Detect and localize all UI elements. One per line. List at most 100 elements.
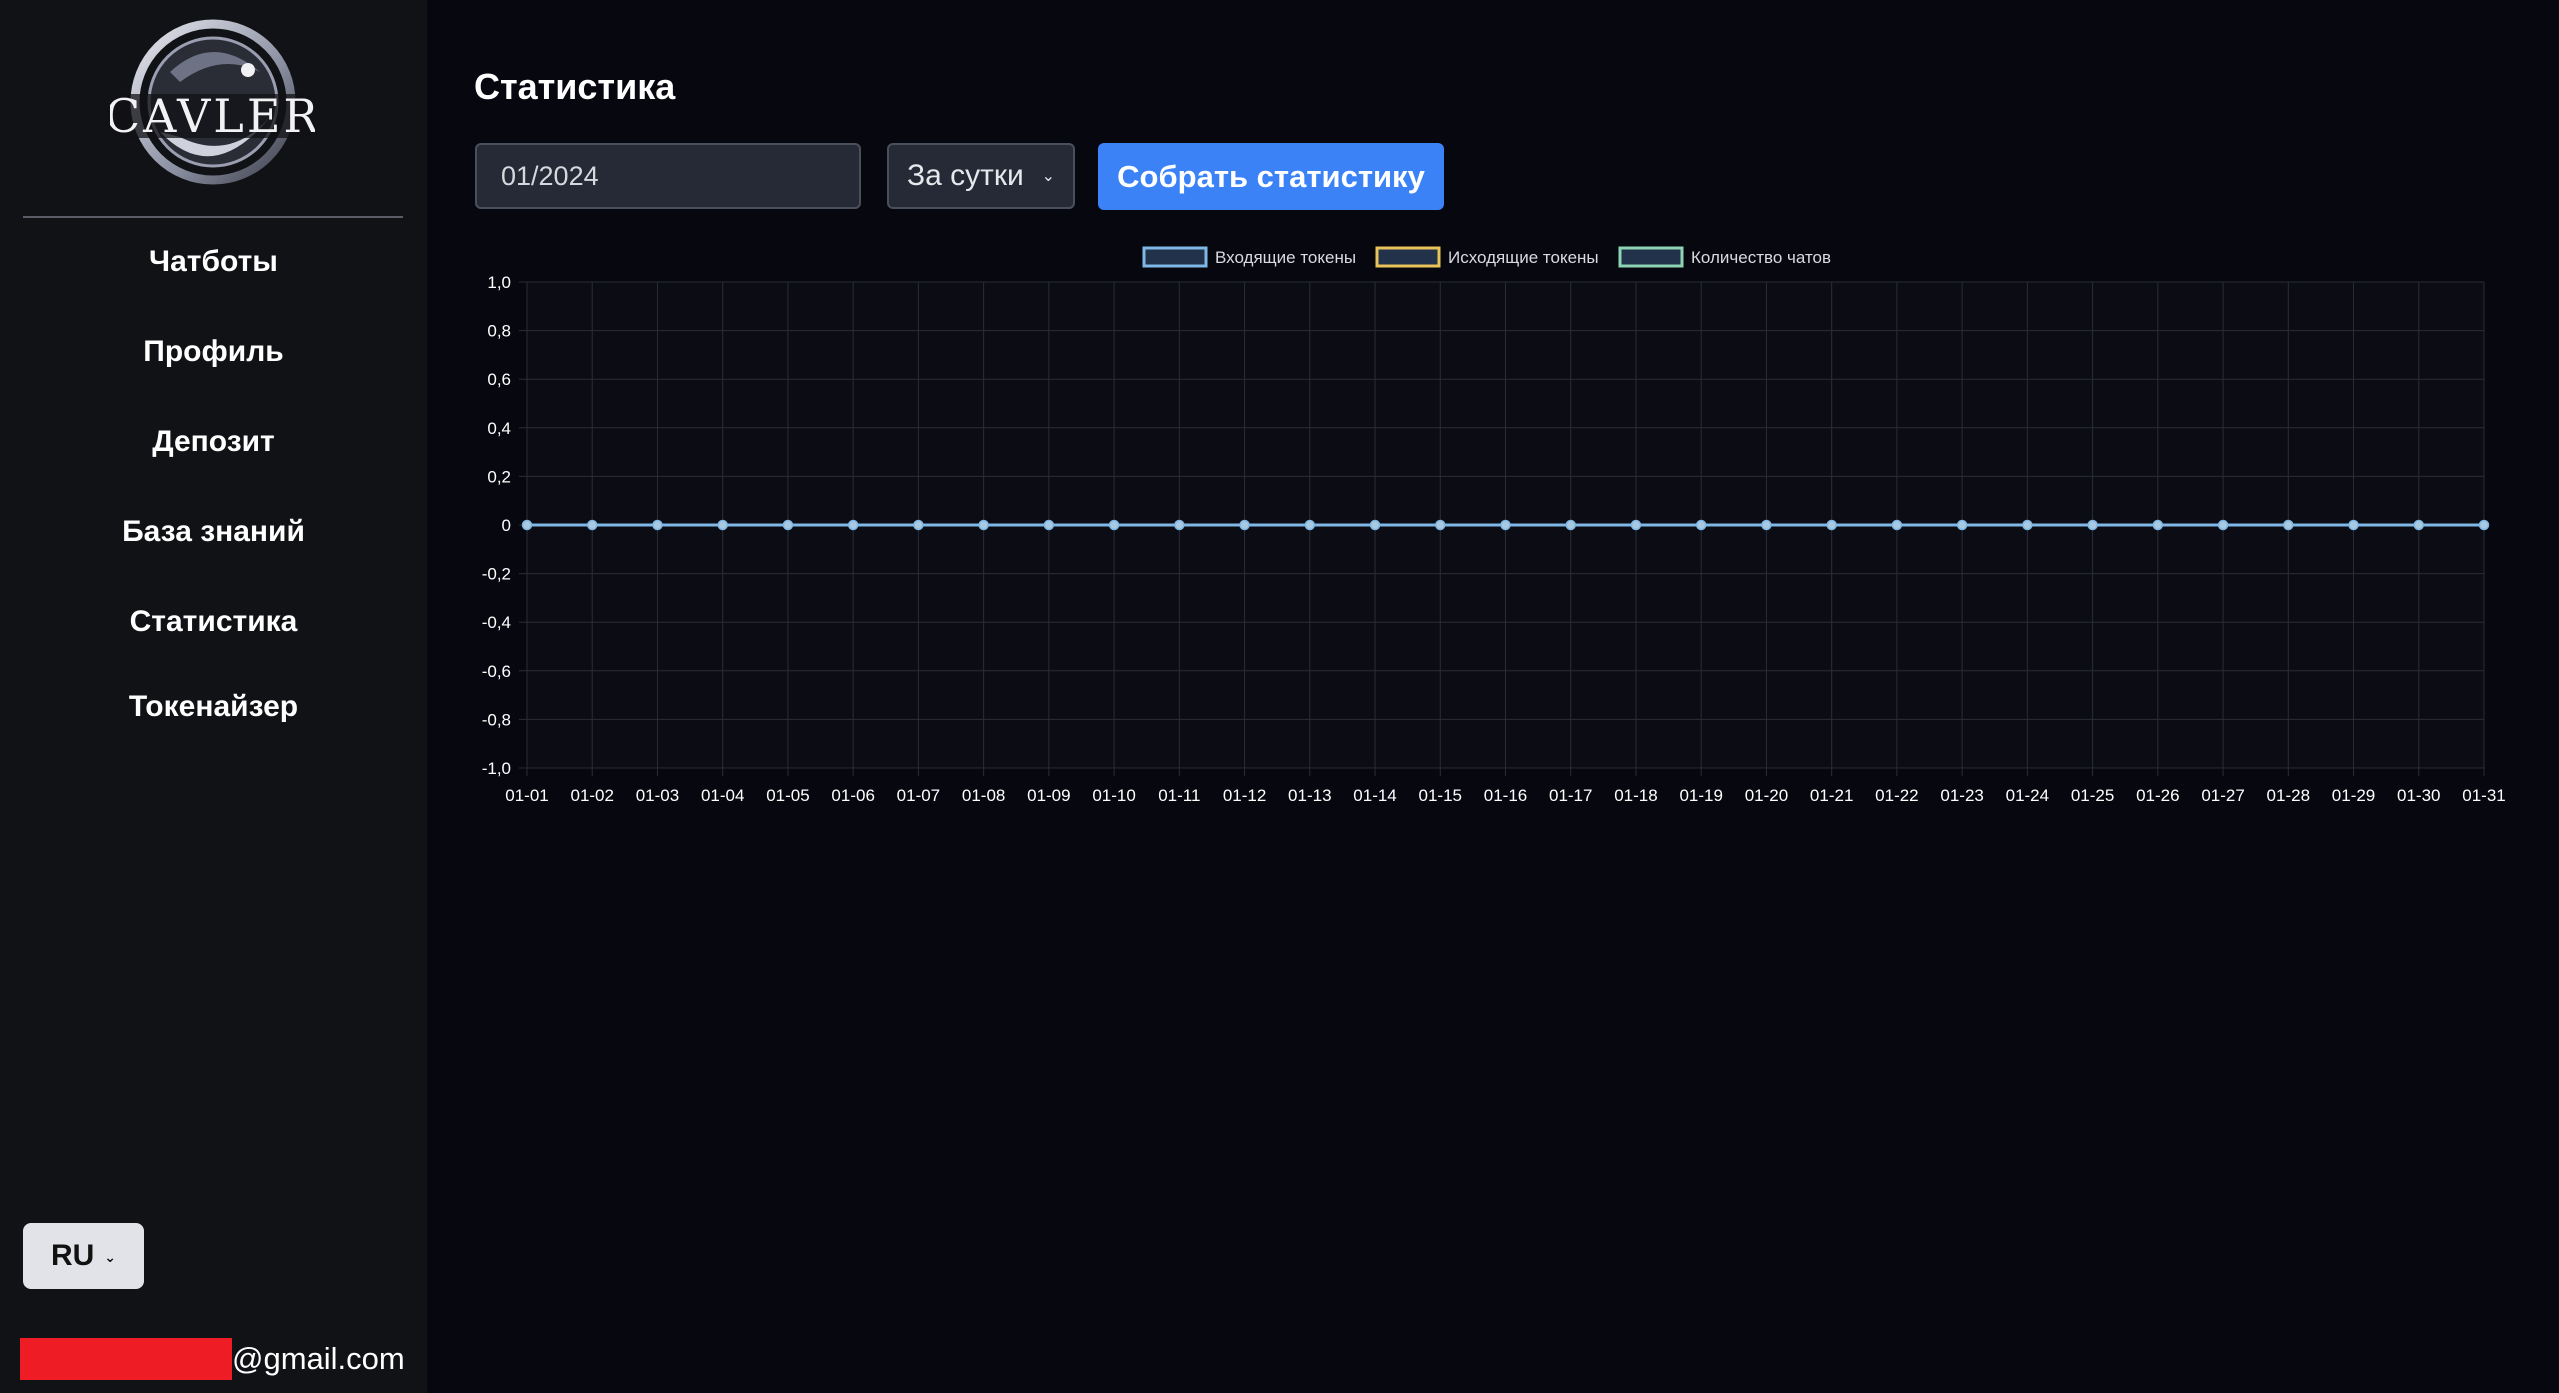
svg-text:CAVLER: CAVLER [110, 89, 315, 143]
y-tick-label: -0,2 [482, 565, 511, 584]
sidebar-item-deposit[interactable]: Депозит [0, 425, 427, 459]
data-point [1369, 519, 1381, 531]
data-point [1956, 519, 1968, 531]
x-tick-label: 01-13 [1288, 786, 1331, 805]
y-tick-label: 0,8 [487, 322, 511, 341]
data-point [1435, 519, 1446, 531]
data-point [1043, 519, 1055, 531]
legend-item[interactable]: Входящие токены [1142, 246, 1356, 268]
y-tick-label: -0,8 [482, 710, 511, 729]
user-email-domain: @gmail.com [232, 1341, 405, 1376]
data-point [1826, 519, 1837, 531]
data-point [913, 519, 924, 531]
data-point [1630, 519, 1642, 531]
x-tick-label: 01-22 [1875, 786, 1918, 805]
x-tick-label: 01-15 [1419, 786, 1462, 805]
month-input-value: 01/2024 [501, 160, 599, 191]
sidebar-item-knowledge-base[interactable]: База знаний [0, 515, 427, 549]
legend-label: Входящие токены [1215, 248, 1356, 267]
sidebar-item-chatbots[interactable]: Чатботы [0, 245, 427, 279]
legend-swatch [1618, 246, 1684, 268]
plot-area [527, 282, 2484, 768]
x-tick-label: 01-05 [766, 786, 809, 805]
x-tick-label: 01-23 [1940, 786, 1983, 805]
data-point [521, 519, 533, 531]
legend-item[interactable]: Количество чатов [1618, 246, 1831, 268]
legend-item[interactable]: Исходящие токены [1375, 246, 1599, 268]
data-point [1695, 519, 1707, 531]
y-tick-label: 1,0 [487, 273, 511, 292]
x-tick-label: 01-12 [1223, 786, 1266, 805]
legend-swatch [1375, 246, 1441, 268]
x-tick-label: 01-11 [1158, 786, 1200, 805]
x-tick-label: 01-03 [636, 786, 679, 805]
data-point [847, 519, 859, 531]
data-point [2348, 519, 2359, 531]
app-root: CAVLER Чатботы Профиль Депозит База знан… [0, 0, 2559, 1393]
x-tick-label: 01-16 [1484, 786, 1527, 805]
x-tick-label: 01-27 [2201, 786, 2244, 805]
x-tick-label: 01-31 [2462, 786, 2505, 805]
data-point [1239, 519, 1250, 531]
data-point [2152, 519, 2164, 531]
x-tick-label: 01-30 [2397, 786, 2440, 805]
data-point [1108, 519, 1120, 531]
y-tick-label: -0,6 [482, 662, 511, 681]
sidebar: CAVLER Чатботы Профиль Депозит База знан… [0, 0, 427, 1393]
collect-statistics-button[interactable]: Собрать статистику [1098, 143, 1444, 210]
x-tick-label: 01-18 [1614, 786, 1657, 805]
cavler-logo[interactable]: CAVLER [110, 12, 315, 187]
data-point [782, 519, 794, 531]
x-tick-label: 01-21 [1810, 786, 1853, 805]
x-tick-label: 01-19 [1679, 786, 1722, 805]
x-tick-label: 01-07 [897, 786, 940, 805]
data-point [1891, 519, 1903, 531]
period-select[interactable]: За сутки ⌄ [887, 143, 1075, 209]
data-point [586, 519, 598, 531]
period-select-value: За сутки [907, 159, 1024, 192]
data-point [2478, 519, 2490, 531]
x-tick-label: 01-10 [1092, 786, 1135, 805]
x-tick-label: 01-14 [1353, 786, 1396, 805]
data-point [1565, 519, 1576, 531]
x-tick-label: 01-04 [701, 786, 744, 805]
x-tick-label: 01-29 [2332, 786, 2375, 805]
x-tick-label: 01-28 [2267, 786, 2310, 805]
sidebar-item-statistics[interactable]: Статистика [0, 605, 427, 639]
x-tick-label: 01-17 [1549, 786, 1592, 805]
y-tick-label: -1,0 [482, 759, 511, 778]
x-tick-label: 01-25 [2071, 786, 2114, 805]
x-tick-label: 01-24 [2006, 786, 2049, 805]
data-point [2022, 519, 2033, 531]
x-tick-label: 01-09 [1027, 786, 1070, 805]
chevron-down-icon: ⌄ [104, 1248, 117, 1265]
x-tick-label: 01-02 [570, 786, 613, 805]
month-input[interactable]: 01/2024 [475, 143, 861, 209]
y-tick-label: 0 [502, 516, 511, 535]
redacted-username [20, 1338, 232, 1380]
data-point [978, 519, 989, 531]
x-tick-label: 01-01 [505, 786, 548, 805]
data-point [1500, 519, 1511, 531]
data-point [652, 519, 663, 531]
data-point [1761, 519, 1772, 531]
y-tick-label: 0,6 [487, 370, 511, 389]
legend-swatch [1142, 246, 1208, 268]
language-label: RU [50, 1239, 95, 1272]
user-email: @gmail.com [20, 1338, 405, 1380]
x-tick-label: 01-06 [831, 786, 874, 805]
data-point [1304, 519, 1316, 531]
x-tick-label: 01-08 [962, 786, 1005, 805]
legend-label: Количество чатов [1691, 248, 1831, 267]
data-point [2283, 519, 2294, 531]
chevron-down-icon: ⌄ [1041, 168, 1055, 185]
data-point [2413, 519, 2425, 531]
x-tick-label: 01-20 [1745, 786, 1788, 805]
y-tick-label: -0,4 [482, 613, 511, 632]
data-point [717, 519, 728, 531]
y-tick-label: 0,2 [487, 467, 511, 486]
sidebar-item-profile[interactable]: Профиль [0, 335, 427, 369]
language-select[interactable]: RU ⌄ [23, 1223, 144, 1289]
data-point [2217, 519, 2229, 531]
sidebar-item-tokenizer[interactable]: Токенайзер [0, 690, 427, 724]
